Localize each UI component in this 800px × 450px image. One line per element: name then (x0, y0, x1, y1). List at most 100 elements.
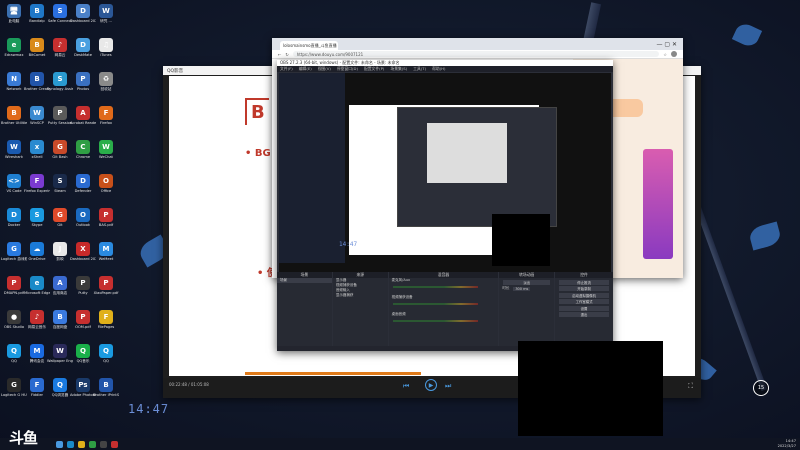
desktop-icon[interactable]: G Git Bash (48, 140, 72, 159)
desktop-icon[interactable]: e Microsoft Edge (24, 276, 50, 295)
desktop-icon[interactable]: G Logitech G HUB (1, 378, 27, 397)
desktop-icon[interactable]: BBrother iPrintScan (93, 378, 119, 397)
desktop-icon[interactable]: A 应用商店 (48, 276, 72, 295)
desktop-icon[interactable]: F FilePages (94, 310, 118, 329)
desktop-icon[interactable]: Q QQ (2, 344, 26, 363)
desktop-icon[interactable]: W WinSCP (25, 106, 49, 125)
system-clock[interactable]: 14:47 2022/3/27 (778, 439, 796, 448)
desktop-icon[interactable]: P Putty (71, 276, 95, 295)
desktop-icon[interactable]: D Docker (2, 208, 26, 227)
desktop-icon[interactable]: DDashboard 2024 ... (70, 4, 96, 23)
desktop-icon[interactable]: ● OBS Studio (2, 310, 26, 329)
scene-item[interactable]: 场景 (277, 278, 332, 283)
desktop-icon[interactable]: BBrother Create... (24, 72, 50, 91)
desktop-icon[interactable]: P BAS.pdf (94, 208, 118, 227)
taskbar-chrome-icon[interactable] (89, 440, 96, 448)
desktop-icon[interactable]: M WeMeet (94, 242, 118, 261)
obs-control-button[interactable]: 启动虚拟摄像机 (559, 292, 609, 298)
play-button[interactable]: ▶ (425, 379, 437, 391)
desktop-icon[interactable]: S Steam (48, 174, 72, 193)
obs-window[interactable]: OBS 27.2.3 (64-bit, windows) - 配置文件: 未命名… (277, 60, 613, 351)
desktop-icon[interactable]: WWallpaper Engine (47, 344, 73, 363)
next-button[interactable]: ⏭ (445, 382, 451, 391)
desktop-icon[interactable]: P OOM.pdf (71, 310, 95, 329)
url-field[interactable]: https://www.douyu.com/9007121 (292, 51, 660, 57)
desktop-icon[interactable]: D DeskMate (71, 38, 95, 57)
gift-column[interactable] (643, 149, 673, 259)
desktop-icon[interactable]: ♫ iTunes (94, 38, 118, 57)
desktop-icon[interactable]: XDashboard 2024.xls (70, 242, 96, 261)
audio-meter[interactable] (392, 303, 479, 305)
desktop-icon[interactable]: B Brother Utilities (1, 106, 27, 125)
desktop-icon[interactable]: A Acrobat Reader (70, 106, 96, 125)
duration-field[interactable]: 300 ms (513, 286, 531, 291)
desktop-icon[interactable]: <> VS Code (2, 174, 26, 193)
desktop-icon[interactable]: Q QQ音乐 (71, 344, 95, 363)
desktop-icon[interactable]: F Fiddler (25, 378, 49, 397)
audio-meter[interactable] (392, 286, 479, 288)
desktop-icon[interactable]: N Network (2, 72, 26, 91)
obs-menu-item[interactable]: 帮助(H) (432, 66, 445, 72)
desktop-icon[interactable]: Q QQ (94, 344, 118, 363)
desktop-icon[interactable]: W Wireshark (2, 140, 26, 159)
desktop-icon[interactable]: P Putty Session (48, 106, 72, 125)
browser-tab[interactable]: lolosmainsmo直播_斗鱼直播 (280, 41, 338, 50)
desktop-icon[interactable]: ☁ OneDrive (25, 242, 49, 261)
obs-menu-item[interactable]: 视图(V) (318, 66, 331, 72)
taskbar-edge-icon[interactable] (67, 440, 74, 448)
obs-menu-item[interactable]: 工具(T) (413, 66, 426, 72)
desktop-icon[interactable]: ♪ 网易云 (48, 38, 72, 57)
profile-icon[interactable] (671, 51, 677, 57)
fullscreen-icon[interactable]: ⛶ (688, 382, 693, 391)
reload-icon[interactable]: ↻ (285, 52, 288, 57)
transition-select[interactable]: 淡出 (503, 279, 551, 285)
source-item[interactable]: 显示器捕获 (333, 293, 388, 298)
star-icon[interactable]: ☆ (663, 52, 667, 57)
desktop-icon[interactable]: x xShell (25, 140, 49, 159)
desktop-icon[interactable]: W 研究 ... (94, 4, 118, 23)
desktop-icon[interactable]: P Photos (71, 72, 95, 91)
obs-menu-item[interactable]: 停靠窗口(D) (337, 66, 358, 72)
obs-menu-item[interactable]: 场景集(S) (390, 66, 407, 72)
desktop-icon[interactable]: B Bandizip (25, 4, 49, 23)
desktop-icon[interactable]: P DMAPN.pdf (2, 276, 26, 295)
obs-control-button[interactable]: 设置 (559, 305, 609, 311)
fifteen-badge[interactable]: 15 (753, 380, 769, 396)
desktop-icon[interactable]: GLogitech 游戏软件 (1, 242, 27, 261)
desktop-icon[interactable]: W WeChat (94, 140, 118, 159)
obs-menu-item[interactable]: 编辑(E) (299, 66, 312, 72)
desktop-icon[interactable]: M 腾讯会议 (25, 344, 49, 363)
desktop-icon[interactable]: J 剪映 (48, 242, 72, 261)
desktop-icon[interactable]: G Git (48, 208, 72, 227)
desktop-icon[interactable]: D Defender (71, 174, 95, 193)
desktop-icon[interactable]: Q QQ浏览器 (48, 378, 72, 397)
desktop-icon[interactable]: F Firefox (94, 106, 118, 125)
back-icon[interactable]: ← (278, 52, 281, 57)
obs-menu-item[interactable]: 配置文件(P) (364, 66, 384, 72)
obs-control-button[interactable]: 停止推流 (559, 279, 609, 285)
prev-button[interactable]: ⏮ (403, 382, 409, 391)
obs-menu-item[interactable]: 文件(F) (280, 66, 293, 72)
desktop-icon[interactable]: S Skype (25, 208, 49, 227)
desktop-icon[interactable]: 🖥 此电脑 (2, 4, 26, 23)
desktop-icon[interactable]: O Office (94, 174, 118, 193)
desktop-icon[interactable]: O Outlook (71, 208, 95, 227)
desktop-icon[interactable]: SSynology Assistant (47, 72, 73, 91)
desktop-icon[interactable]: PsAdobe Photoshop (70, 378, 96, 397)
start-icon[interactable] (56, 440, 63, 448)
desktop-icon[interactable]: P XiaoPaper.pdf (94, 276, 118, 295)
desktop-icon[interactable]: FFirefox Experiment (24, 174, 50, 193)
desktop-icon[interactable]: e Edrawmax (2, 38, 26, 57)
obs-control-button[interactable]: 工作室模式 (559, 299, 609, 304)
desktop-icon[interactable]: B BitComet (25, 38, 49, 57)
desktop-icon[interactable]: S Safe Connect (48, 4, 72, 23)
audio-meter[interactable] (392, 320, 479, 322)
window-controls[interactable]: — ▢ ✕ (656, 41, 683, 48)
desktop-icon[interactable]: C Chrome (71, 140, 95, 159)
desktop-icon[interactable]: ♪ 网易云音乐 (25, 310, 49, 329)
taskbar-qq-icon[interactable] (111, 440, 118, 448)
desktop-icon[interactable]: B 百度网盘 (48, 310, 72, 329)
obs-control-button[interactable]: 开始录制 (559, 286, 609, 291)
obs-control-button[interactable]: 退出 (559, 312, 609, 317)
taskbar-explorer-icon[interactable] (78, 440, 85, 448)
